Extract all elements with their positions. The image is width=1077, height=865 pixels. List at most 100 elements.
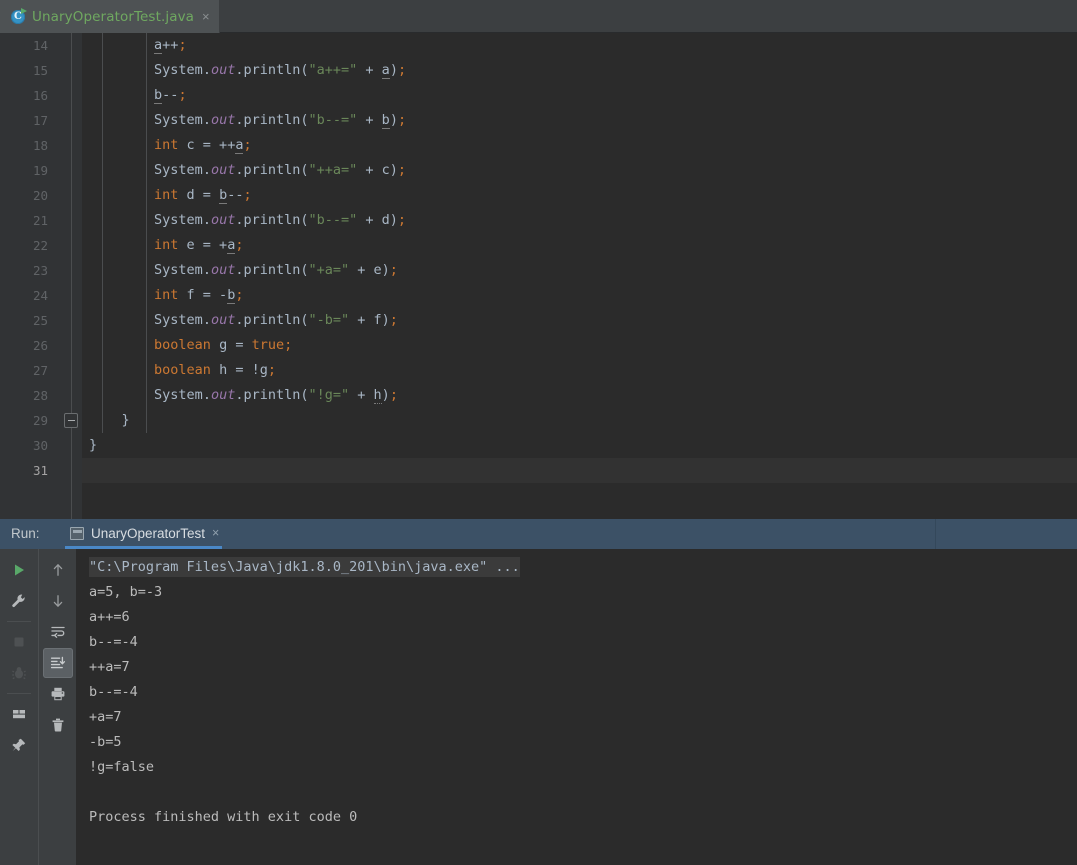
code-token: ; [178,87,187,103]
console-window-icon [70,527,84,540]
code-line[interactable]: int f = -b; [82,283,1077,308]
code-editor[interactable]: 14 15 16 17 18 19 20 21 22 23 24 25 26 27 28 29 30 31 a++… [0,33,1077,519]
code-line[interactable]: } [82,408,1077,433]
code-token: ; [178,37,187,53]
code-line[interactable]: boolean g = true; [82,333,1077,358]
layout-settings-button[interactable] [4,699,34,729]
code-token: ; [243,137,252,153]
editor-tab-unaryoperatortest[interactable]: C UnaryOperatorTest.java × [0,0,220,33]
code-token: int [154,287,179,303]
run-toolbar-right [38,548,76,865]
console-output-line: b--=-4 [89,633,138,650]
line-number: 16 [32,88,48,103]
code-token: System [154,262,203,278]
code-line[interactable]: System.out.println("!g=" + h); [82,383,1077,408]
code-line[interactable]: System.out.println("+a=" + e); [82,258,1077,283]
code-line[interactable]: } [82,433,1077,458]
code-token: out [210,387,236,403]
line-number: 24 [32,288,48,303]
code-token: ; [389,312,398,328]
clear-all-button[interactable] [43,710,73,740]
code-token: } [89,437,98,453]
up-the-stack-trace-button[interactable] [43,555,73,585]
editor-gutter[interactable]: 14 15 16 17 18 19 20 21 22 23 24 25 26 27 28 29 30 31 [0,33,60,519]
console-output-line: Process finished with exit code 0 [89,808,358,825]
down-the-stack-trace-button[interactable] [43,586,73,616]
code-line[interactable]: boolean h = !g; [82,358,1077,383]
line-number: 29 [32,413,48,428]
code-token: d = [178,187,220,203]
scroll-to-end-icon [50,655,66,671]
code-line[interactable]: System.out.println("b--=" + d); [82,208,1077,233]
line-number: 26 [32,338,48,353]
code-token: System [154,387,203,403]
code-token: "!g=" [308,387,350,403]
soft-wrap-button[interactable] [43,617,73,647]
run-tool-window-header: Run: UnaryOperatorTest × [0,518,1077,549]
code-line[interactable]: System.out.println("++a=" + c); [82,158,1077,183]
intellij-window: C UnaryOperatorTest.java × 14 15 16 17 18 19 2… [0,0,1077,865]
close-icon[interactable]: × [200,10,210,23]
code-line[interactable]: int d = b--; [82,183,1077,208]
code-token: -- [227,187,244,203]
code-token: .println( [235,62,309,78]
code-token: ; [267,362,276,378]
scroll-to-end-button[interactable] [42,647,73,678]
code-line[interactable]: b--; [82,83,1077,108]
printer-icon [50,686,66,702]
console-output-line: b--=-4 [89,683,138,700]
code-token: int [154,137,179,153]
code-token: + [357,112,382,128]
close-icon[interactable]: × [212,527,219,540]
line-number: 14 [32,38,48,53]
code-token: + [349,387,374,403]
code-token: .println( [235,312,309,328]
edit-configuration-button[interactable] [4,586,34,616]
rerun-button[interactable] [4,555,34,585]
console-output-line: +a=7 [89,708,122,725]
code-line[interactable]: System.out.println("a++=" + a); [82,58,1077,83]
code-line[interactable]: int c = ++a; [82,133,1077,158]
run-flag-overlay-icon [21,8,27,14]
code-line[interactable]: int e = +a; [82,233,1077,258]
code-token: ; [397,62,407,78]
green-play-icon [11,562,27,578]
line-number: 21 [32,213,48,228]
code-token: . [202,112,211,128]
code-text-area[interactable]: a++; System.out.println("a++=" + a); b--… [82,33,1077,519]
line-number: 30 [32,438,48,453]
print-button[interactable] [43,679,73,709]
code-token: + f) [349,312,390,328]
code-token: "+a=" [308,262,350,278]
line-number: 22 [32,238,48,253]
code-token: . [202,312,211,328]
line-number: 19 [32,163,48,178]
run-tab-label: UnaryOperatorTest [91,526,206,541]
pin-tab-button[interactable] [4,730,34,760]
console-output-line: !g=false [89,758,155,775]
code-token: out [210,162,236,178]
code-line[interactable]: System.out.println("b--=" + b); [82,108,1077,133]
code-token: a [381,62,390,79]
code-token: + c) [357,162,398,178]
run-tool-window-body: "C:\Program Files\Java\jdk1.8.0_201\bin\… [0,548,1077,865]
code-token: + [357,62,382,78]
code-line[interactable]: a++; [82,33,1077,58]
code-line[interactable]: System.out.println("-b=" + f); [82,308,1077,333]
run-tab-unaryoperatortest[interactable]: UnaryOperatorTest × [58,518,230,549]
code-folding-column[interactable] [60,33,82,519]
editor-tab-bar: C UnaryOperatorTest.java × [0,0,1077,33]
code-line[interactable] [82,458,1077,483]
fold-collapse-icon[interactable] [64,413,78,428]
code-token: ; [235,237,244,253]
console-output[interactable]: "C:\Program Files\Java\jdk1.8.0_201\bin\… [76,548,1077,865]
code-token: ; [389,387,398,403]
code-token: .println( [235,387,309,403]
java-class-runnable-icon: C [11,8,27,24]
